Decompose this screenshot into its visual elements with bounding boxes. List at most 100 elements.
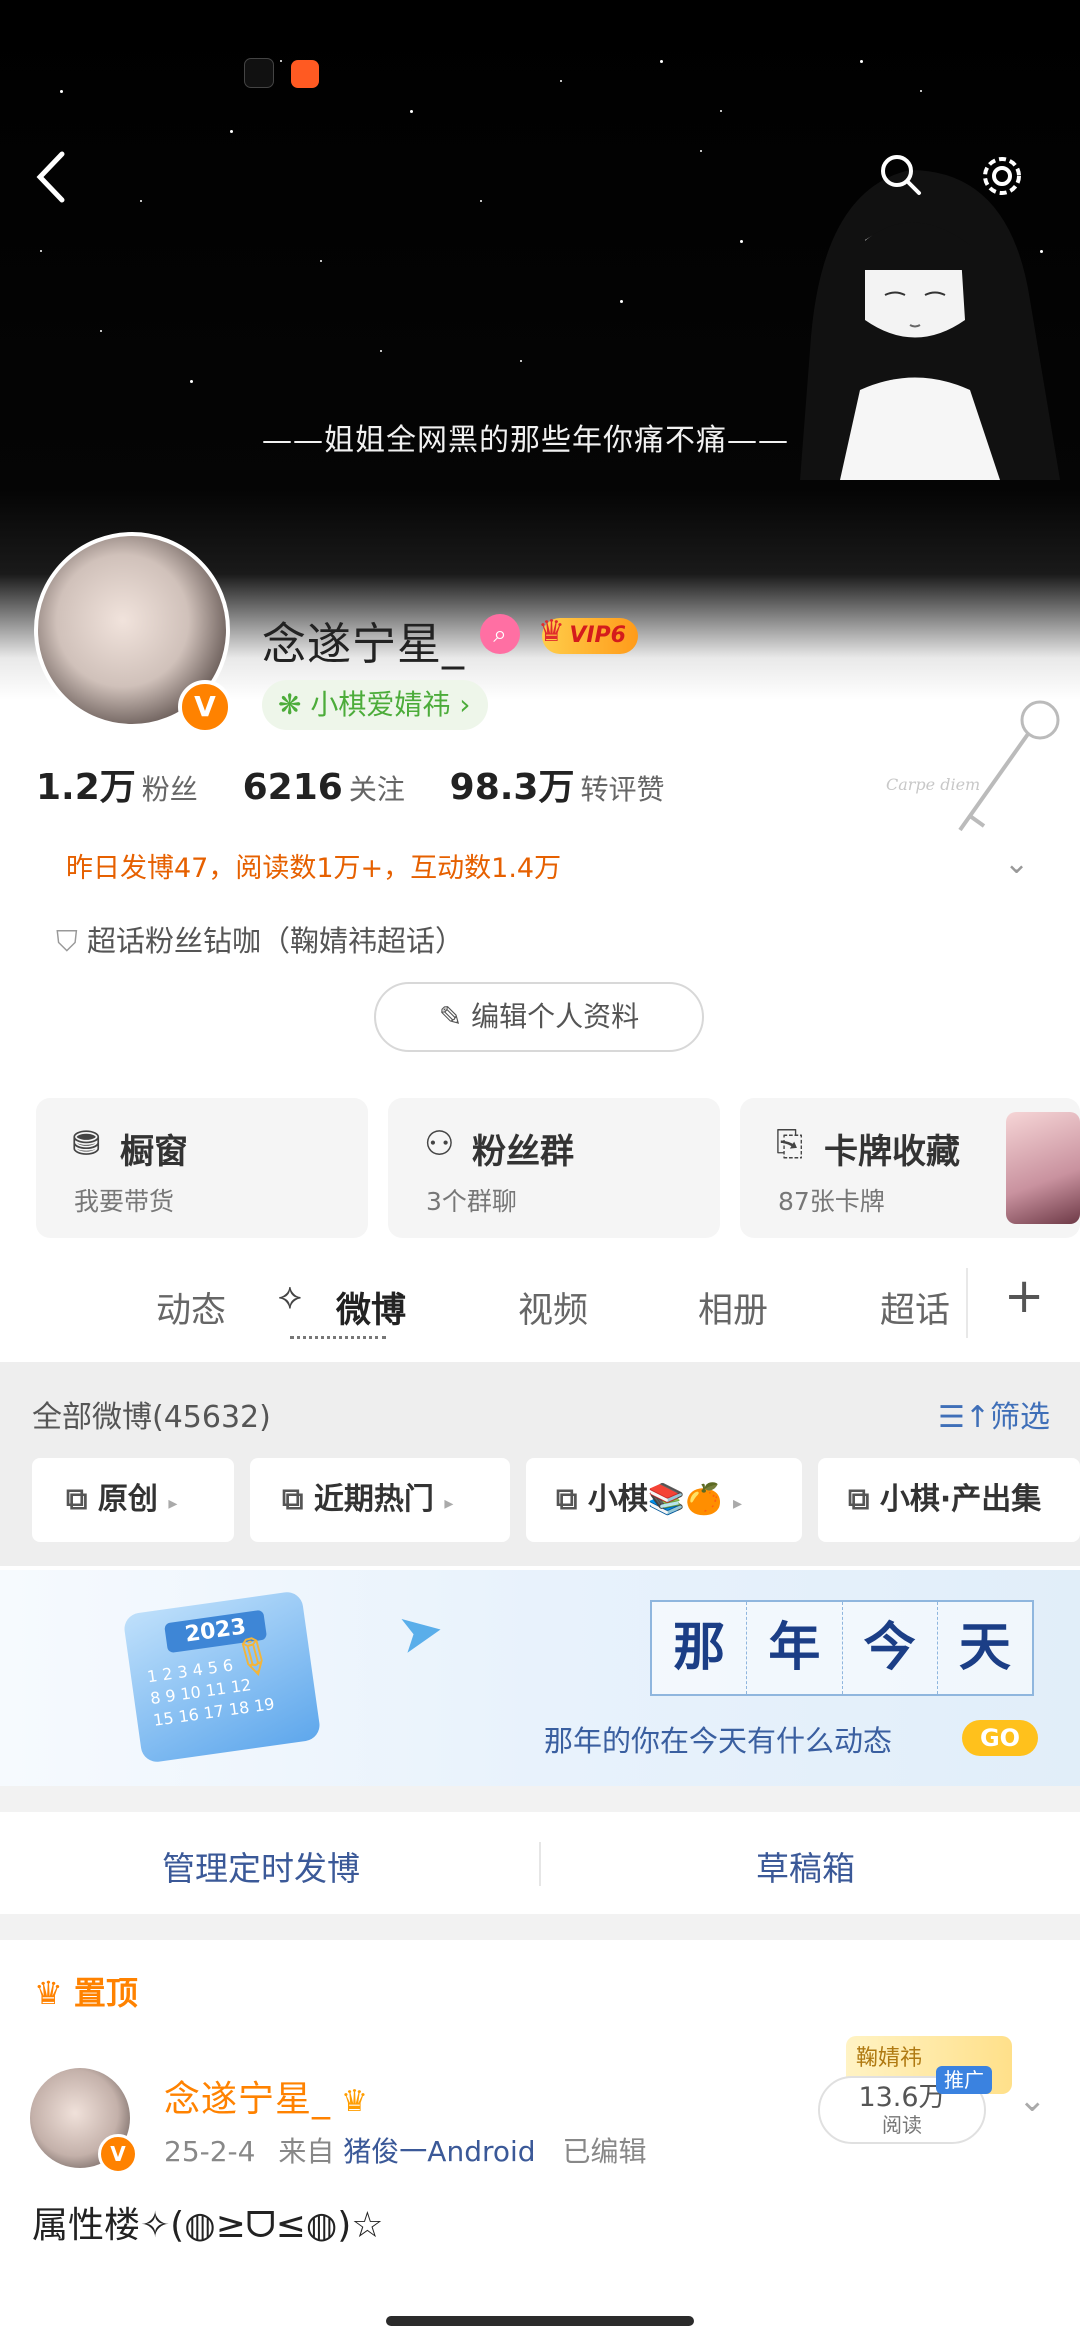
promote-badge[interactable]: 推广 (936, 2066, 992, 2094)
chip-original-label: 原创 (97, 1482, 158, 1517)
chip-original[interactable]: ⧉ 原创 ▸ (32, 1458, 234, 1542)
card-collection-title: 卡牌收藏 (824, 1132, 960, 1172)
caret-right-icon: ▸ (168, 1493, 178, 1514)
settings-gear-icon[interactable] (978, 152, 1026, 200)
shield-icon: ⛉ (56, 924, 87, 958)
title-char-2: 年 (747, 1602, 843, 1694)
yesterday-summary[interactable]: 昨日发博47，阅读数1万+，互动数1.4万 (66, 846, 561, 885)
edit-profile-button[interactable]: ✎ 编辑个人资料 (374, 982, 704, 1052)
filter-icon: ☰↑ (938, 1400, 991, 1435)
post-verified-badge: V (98, 2134, 138, 2174)
pinned-label: ♛ 置顶 (34, 1968, 138, 2014)
stat-interactions[interactable]: 98.3万 转评赞 (449, 767, 699, 808)
interactions-count: 98.3万 (449, 767, 575, 808)
layers-icon: ⧉ (282, 1482, 304, 1517)
tab-album[interactable]: 相册 (698, 1282, 768, 1333)
post-author-text: 念遂宁星_ (164, 2079, 332, 2120)
profile-stats: 1.2万 粉丝 6216 关注 98.3万 转评赞 (36, 758, 698, 810)
go-button[interactable]: GO (962, 1720, 1038, 1756)
card-fan-group[interactable]: ⚇ 粉丝群 3个群聊 (388, 1098, 720, 1238)
caret-right-icon: ▸ (444, 1493, 454, 1514)
chip-recent-hot-label: 近期热门 (313, 1482, 434, 1517)
chip-xiaoqi-collection-label: 小棋·产出集 (879, 1482, 1042, 1517)
chip-xiaoqi-collection[interactable]: ⧉ 小棋·产出集 (818, 1458, 1080, 1542)
home-indicator[interactable] (386, 2316, 694, 2326)
stat-following[interactable]: 6216 关注 (242, 767, 439, 808)
supertopic-tag-label: 小棋爱婧祎 › (310, 688, 471, 721)
layers-icon: ⧉ (556, 1482, 578, 1517)
title-char-1: 那 (652, 1602, 748, 1694)
followers-label: 粉丝 (141, 773, 198, 806)
post-date: 25-2-4 (164, 2135, 256, 2168)
section-gap (0, 1914, 1080, 1940)
drafts-button[interactable]: 草稿箱 (756, 1842, 855, 1890)
pinned-text: 置顶 (73, 1974, 138, 2012)
filter-label: 筛选 (990, 1400, 1051, 1435)
card-icon: ⎘ (776, 1124, 804, 1164)
tiktok-icon (244, 58, 274, 88)
post-edited[interactable]: 已编辑 (562, 2135, 646, 2168)
chevron-down-icon[interactable]: ⌄ (1004, 846, 1029, 881)
key-decoration-icon: Carpe diem (886, 700, 1060, 832)
following-label: 关注 (348, 773, 405, 806)
shopping-bag-icon: ⛃ (72, 1124, 101, 1164)
title-char-3: 今 (843, 1602, 938, 1694)
post-text[interactable]: 属性楼✧(◍≥ᗜ≤◍)☆ (32, 2196, 384, 2248)
vip-crown-icon: ♛ (538, 614, 565, 649)
stat-followers[interactable]: 1.2万 粉丝 (36, 767, 232, 808)
status-bar-icons (244, 58, 331, 92)
chip-recent-hot[interactable]: ⧉ 近期热门 ▸ (250, 1458, 510, 1542)
filter-button[interactable]: ☰↑筛选 (938, 1392, 1050, 1436)
card-thumbnail[interactable] (1006, 1112, 1080, 1224)
tab-supertopic[interactable]: 超话 (880, 1282, 950, 1333)
tab-feed[interactable]: 动态 (156, 1282, 226, 1333)
svg-text:Carpe diem: Carpe diem (886, 775, 980, 794)
search-icon[interactable] (878, 152, 922, 196)
tab-weibo[interactable]: 微博 (336, 1282, 406, 1333)
followers-count: 1.2万 (36, 767, 136, 808)
manage-scheduled-button[interactable]: 管理定时发博 (162, 1842, 360, 1890)
post-author-name[interactable]: 念遂宁星_ ♛ (164, 2070, 369, 2122)
layers-icon: ⧉ (66, 1482, 88, 1517)
post-meta: 25-2-4 来自 猪俊一Android 已编辑 (164, 2130, 646, 2170)
card-showcase-subtitle: 我要带货 (74, 1187, 175, 1216)
add-tab-button[interactable]: + (1004, 1268, 1044, 1324)
crown-icon: ♛ (34, 1974, 74, 2012)
card-fan-group-subtitle: 3个群聊 (426, 1187, 517, 1216)
edit-profile-label: 编辑个人资料 (471, 1000, 640, 1033)
search-tag-icon[interactable]: ⌕ (480, 614, 520, 654)
clover-icon: ❋ (278, 688, 311, 721)
caret-right-icon: ▸ (733, 1493, 743, 1514)
card-fan-group-title: 粉丝群 (472, 1132, 574, 1172)
manage-divider (539, 1842, 541, 1886)
verified-badge: V (178, 680, 232, 734)
post-reads-label: 阅读 (882, 2113, 922, 2137)
calendar-illustration: 2023 1 2 3 4 5 68 9 10 11 12 15 16 17 18 … (122, 1590, 322, 1764)
banner-caption: ——姐姐全网黑的那些年你痛不痛—— (262, 423, 789, 458)
chip-xiaoqi-label: 小棋📚🍊 (587, 1482, 723, 1517)
card-showcase[interactable]: ⛃ 橱窗 我要带货 (36, 1098, 368, 1238)
supertopic-tag[interactable]: ❋ 小棋爱婧祎 › (262, 680, 489, 730)
on-this-day-subtitle: 那年的你在今天有什么动态 (544, 1724, 893, 1758)
card-showcase-title: 橱窗 (120, 1132, 188, 1172)
following-count: 6216 (242, 767, 343, 808)
anime-girl-illustration (800, 170, 1060, 480)
fan-rank-label: 超话粉丝钻咖（鞠婧祎超话） (86, 924, 464, 958)
tab-video[interactable]: 视频 (518, 1282, 588, 1333)
tab-active-icon: ⟡ (278, 1276, 302, 1317)
section-gap (0, 1786, 1080, 1812)
chip-xiaoqi[interactable]: ⧉ 小棋📚🍊 ▸ (526, 1458, 802, 1542)
kuaishou-icon (291, 60, 320, 88)
post-from-label: 来自 (278, 2135, 335, 2168)
card-collection-subtitle: 87张卡牌 (778, 1187, 885, 1216)
group-icon: ⚇ (424, 1124, 455, 1164)
layers-icon: ⧉ (848, 1482, 870, 1517)
all-weibo-count: 全部微博(45632) (32, 1400, 271, 1435)
back-icon[interactable] (34, 150, 68, 204)
post-source[interactable]: 猪俊一Android (343, 2135, 535, 2168)
fan-rank[interactable]: ⛉ 超话粉丝钻咖（鞠婧祎超话） (56, 918, 464, 960)
on-this-day-title: 那 年 今 天 (650, 1600, 1034, 1696)
interactions-label: 转评赞 (580, 773, 665, 806)
post-menu-chevron-icon[interactable]: ⌄ (1018, 2080, 1047, 2120)
tab-divider (966, 1268, 968, 1338)
